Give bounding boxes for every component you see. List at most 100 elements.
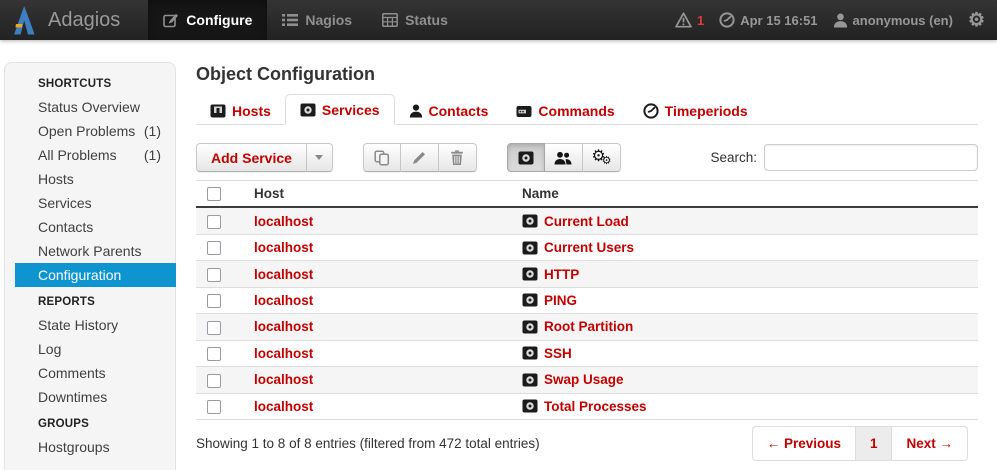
page-number-button[interactable]: 1 [856,426,893,461]
table-row: localhost Swap Usage [196,367,978,393]
sidebar-section-groups: GROUPS [5,409,175,435]
table-row: localhost Total Processes [196,393,978,419]
host-icon [210,104,226,118]
sidebar-item-downtimes[interactable]: Downtimes [5,385,175,409]
edit-actions-group [363,143,477,172]
row-checkbox[interactable] [207,268,221,282]
pagination: ← Previous 1 Next → [752,426,968,461]
services-table: Host Name localhost Current Load localho… [196,180,978,420]
search-label: Search: [710,150,757,165]
sidebar-item-contacts[interactable]: Contacts [5,215,175,239]
tab-commands[interactable]: Commands [502,96,628,125]
table-row: localhost Current Load [196,207,978,234]
nav-item-label: Status [405,12,448,28]
host-link[interactable]: localhost [254,293,313,308]
row-checkbox[interactable] [207,400,221,414]
service-link[interactable]: Current Load [544,214,629,229]
settings-view-button[interactable]: ⚙⚙ [583,143,621,172]
service-link[interactable]: SSH [544,346,572,361]
host-link[interactable]: localhost [254,240,313,255]
pencil-icon [411,150,427,166]
service-link[interactable]: Swap Usage [544,372,624,387]
sidebar-item-configuration[interactable]: Configuration [15,263,176,287]
sidebar-item-hosts[interactable]: Hosts [5,167,175,191]
column-header-host: Host [246,181,514,208]
warning-count: 1 [697,13,704,28]
service-link[interactable]: Total Processes [544,399,647,414]
tab-services[interactable]: Services [285,94,395,125]
next-page-button[interactable]: Next → [892,426,968,461]
user-menu[interactable]: anonymous (en) [833,13,953,28]
column-header-name: Name [514,181,978,208]
table-row: localhost Root Partition [196,314,978,340]
user-icon [833,13,848,28]
nav-item-status[interactable]: Status [367,0,463,40]
service-link[interactable]: Root Partition [544,319,633,334]
host-link[interactable]: localhost [254,372,313,387]
sidebar-item-hostgroups[interactable]: Hostgroups [5,435,175,459]
table-footer: Showing 1 to 8 of 8 entries (filtered fr… [196,426,978,461]
service-link[interactable]: PING [544,293,577,308]
edit-button[interactable] [401,143,439,172]
row-checkbox[interactable] [207,374,221,388]
settings-gear-icon[interactable]: ⚙ [968,11,985,30]
table-row: localhost Current Users [196,234,978,260]
chevron-down-icon [315,155,323,160]
tab-timeperiods[interactable]: Timeperiods [629,96,762,125]
table-row: localhost HTTP [196,261,978,287]
nav-item-nagios[interactable]: Nagios [267,0,367,40]
add-service-button[interactable]: Add Service [196,143,307,172]
main-content: Object Configuration Hosts Services Cont… [176,40,997,470]
table-icon [382,13,398,27]
row-checkbox[interactable] [207,215,221,229]
row-checkbox[interactable] [207,294,221,308]
service-link[interactable]: Current Users [544,240,634,255]
tab-contacts[interactable]: Contacts [395,96,503,125]
navbar-right: 1 Apr 15 16:51 anonymous (en) ⚙ [675,0,997,40]
search-input[interactable] [764,144,978,171]
sidebar-item-status-overview[interactable]: Status Overview [5,95,175,119]
sidebar-item-log[interactable]: Log [5,337,175,361]
navbar-menu: Configure Nagios Status [148,0,463,40]
sidebar-item-comments[interactable]: Comments [5,361,175,385]
sidebar-item-services[interactable]: Services [5,191,175,215]
row-checkbox[interactable] [207,241,221,255]
sidebar-item-network-parents[interactable]: Network Parents [5,239,175,263]
service-icon [522,214,538,228]
person-icon [409,104,423,118]
copy-icon [374,150,390,166]
copy-button[interactable] [363,143,401,172]
sidebar-item-all-problems[interactable]: All Problems(1) [5,143,175,167]
service-link[interactable]: HTTP [544,267,579,282]
previous-page-button[interactable]: ← Previous [752,426,856,461]
services-view-button[interactable] [507,143,545,172]
tab-hosts[interactable]: Hosts [196,96,285,125]
datetime-display: Apr 15 16:51 [719,12,817,28]
sidebar-item-open-problems[interactable]: Open Problems(1) [5,119,175,143]
add-service-dropdown-toggle[interactable] [307,143,333,172]
host-link[interactable]: localhost [254,346,313,361]
table-row: localhost PING [196,287,978,313]
clock-icon [719,12,735,28]
problem-count-badge: (1) [144,123,161,139]
problems-indicator[interactable]: 1 [675,12,704,28]
edit-icon [163,12,179,28]
host-link[interactable]: localhost [254,319,313,334]
clock-icon [643,103,659,119]
nav-item-configure[interactable]: Configure [148,0,267,40]
delete-button[interactable] [439,143,477,172]
datetime-label: Apr 15 16:51 [740,13,817,28]
row-checkbox[interactable] [207,321,221,335]
service-icon [300,103,316,117]
host-link[interactable]: localhost [254,399,313,414]
sidebar: SHORTCUTS Status Overview Open Problems(… [4,62,176,470]
select-all-checkbox[interactable] [207,187,221,201]
object-type-tabs: Hosts Services Contacts Commands Timeper… [196,94,978,125]
sidebar-item-state-history[interactable]: State History [5,313,175,337]
brand[interactable]: Adagios [0,0,134,40]
row-checkbox[interactable] [207,347,221,361]
host-link[interactable]: localhost [254,267,313,282]
host-link[interactable]: localhost [254,214,313,229]
contacts-view-button[interactable] [545,143,583,172]
toolbar: Add Service [196,143,978,172]
